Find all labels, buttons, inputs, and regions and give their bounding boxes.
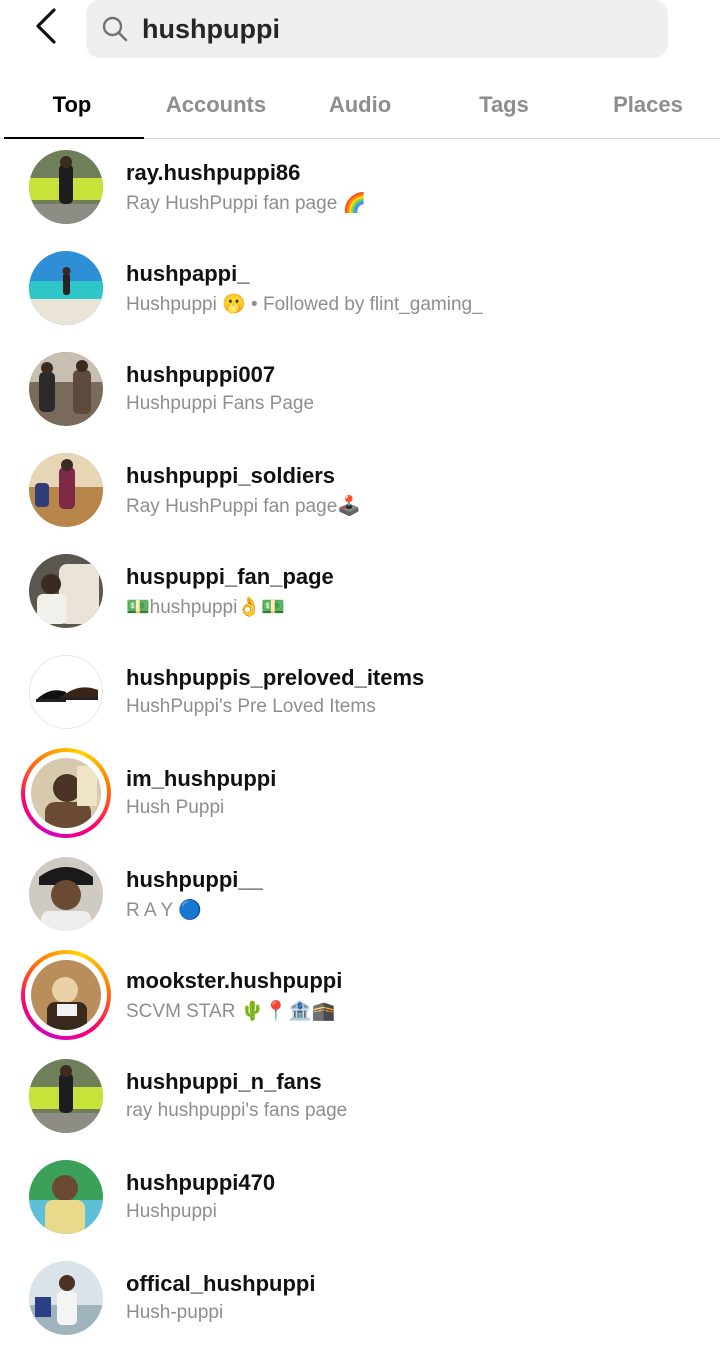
header: [0, 0, 720, 70]
search-input[interactable]: [142, 13, 622, 45]
result-username: im_hushpuppi: [126, 766, 277, 791]
avatar: [31, 960, 101, 1030]
result-username: hushpuppi007: [126, 362, 276, 387]
tab-places[interactable]: Places: [576, 72, 720, 138]
tab-tags[interactable]: Tags: [432, 72, 576, 138]
search-result-row[interactable]: hushpuppi_soldiers Ray HushPuppi fan pag…: [0, 441, 720, 542]
search-result-row[interactable]: hushpuppis_preloved_items HushPuppi's Pr…: [0, 643, 720, 744]
result-username: hushpuppis_preloved_items: [126, 665, 425, 690]
avatar: [29, 857, 103, 931]
result-subtitle: Hushpuppi: [126, 1201, 217, 1222]
result-subtitle: Ray HushPuppi fan page 🌈: [126, 193, 367, 214]
tab-audio[interactable]: Audio: [288, 72, 432, 138]
avatar: [29, 150, 103, 224]
result-subtitle: Hush-puppi: [126, 1302, 224, 1323]
result-username: hushpuppi__: [126, 867, 263, 892]
avatar: [29, 655, 103, 729]
search-result-row[interactable]: offical_hushpuppi Hush-puppi: [0, 1249, 720, 1350]
avatar: [29, 453, 103, 527]
search-result-row[interactable]: hushpuppi007 Hushpuppi Fans Page: [0, 340, 720, 441]
result-username: huspuppi_fan_page: [126, 564, 334, 589]
avatar: [29, 251, 103, 325]
search-result-row[interactable]: mookster.hushpuppi SCVM STAR 🌵📍🏦🕋: [0, 946, 720, 1047]
search-result-row[interactable]: hushpuppi_n_fans ray hushpuppi's fans pa…: [0, 1047, 720, 1148]
search-result-row[interactable]: im_hushpuppi Hush Puppi: [0, 744, 720, 845]
avatar: [31, 758, 101, 828]
result-subtitle: Hushpuppi Fans Page: [126, 393, 315, 414]
search-bar[interactable]: [86, 0, 668, 58]
result-subtitle: R A Y 🔵: [126, 900, 202, 921]
tab-accounts[interactable]: Accounts: [144, 72, 288, 138]
result-subtitle: Ray HushPuppi fan page🕹️: [126, 496, 361, 517]
search-result-row[interactable]: ray.hushpuppi86 Ray HushPuppi fan page 🌈: [0, 138, 720, 239]
avatar: [29, 1059, 103, 1133]
avatar: [29, 554, 103, 628]
result-subtitle: Hush Puppi: [126, 797, 225, 818]
result-subtitle: ray hushpuppi's fans page: [126, 1100, 348, 1121]
result-subtitle: 💵hushpuppi👌💵: [126, 597, 285, 618]
result-subtitle: Hushpuppi 🫢 • Followed by flint_gaming_: [126, 294, 483, 315]
tab-top[interactable]: Top: [0, 72, 144, 139]
search-icon: [100, 14, 130, 44]
search-result-row[interactable]: hushpuppi470 Hushpuppi: [0, 1148, 720, 1249]
result-username: hushpuppi470: [126, 1170, 276, 1195]
result-username: mookster.hushpuppi: [126, 968, 343, 993]
result-username: hushpuppi_soldiers: [126, 463, 336, 488]
result-username: offical_hushpuppi: [126, 1271, 316, 1296]
result-subtitle: HushPuppi's Pre Loved Items: [126, 696, 376, 717]
chevron-left-icon: [32, 6, 60, 51]
search-result-row[interactable]: hushpappi_ Hushpuppi 🫢 • Followed by fli…: [0, 239, 720, 340]
result-username: ray.hushpuppi86: [126, 160, 301, 185]
result-username: hushpuppi_n_fans: [126, 1069, 322, 1094]
search-result-row[interactable]: huspuppi_fan_page 💵hushpuppi👌💵: [0, 542, 720, 643]
search-result-row[interactable]: hushpuppi__ R A Y 🔵: [0, 845, 720, 946]
tab-bar: Top Accounts Audio Tags Places: [0, 72, 720, 139]
result-subtitle: SCVM STAR 🌵📍🏦🕋: [126, 1001, 336, 1022]
result-username: hushpappi_: [126, 261, 250, 286]
search-results-list: ray.hushpuppi86 Ray HushPuppi fan page 🌈…: [0, 138, 720, 1350]
back-button[interactable]: [24, 6, 68, 50]
avatar: [29, 352, 103, 426]
avatar: [29, 1261, 103, 1335]
avatar: [29, 1160, 103, 1234]
